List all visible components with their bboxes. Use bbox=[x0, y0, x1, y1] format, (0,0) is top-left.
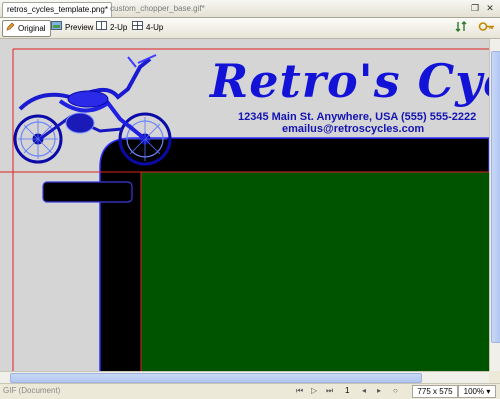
horizontal-scroll-thumb[interactable] bbox=[10, 373, 422, 383]
close-icon[interactable]: ✕ bbox=[484, 2, 496, 14]
document-canvas[interactable]: Retro's Cycles 12345 Main St. Anywhere, … bbox=[0, 39, 489, 371]
preview-view-button[interactable]: Preview bbox=[51, 20, 93, 35]
four-up-view-button[interactable]: 4-Up bbox=[132, 20, 163, 35]
preview-icon bbox=[51, 20, 62, 35]
restore-icon[interactable]: ❐ bbox=[469, 2, 481, 14]
frame-number: 1 bbox=[345, 386, 350, 395]
site-title: Retro's Cycles bbox=[210, 54, 489, 108]
address-text: 12345 Main St. Anywhere, USA (555) 555-2… bbox=[238, 111, 477, 123]
original-view-button[interactable]: Original bbox=[2, 20, 51, 37]
vertical-scroll-thumb[interactable] bbox=[491, 51, 500, 343]
two-up-icon bbox=[96, 20, 107, 35]
next-frame-icon[interactable]: ▸ bbox=[377, 386, 381, 395]
two-up-label: 2-Up bbox=[110, 23, 128, 32]
last-frame-icon[interactable]: ⏭ bbox=[326, 386, 333, 396]
email-text: emailus@retroscycles.com bbox=[282, 123, 425, 135]
previous-frame-icon[interactable]: ◂ bbox=[362, 386, 366, 395]
nav-button-placeholder bbox=[42, 181, 133, 203]
image-dimensions: 775 x 575 bbox=[412, 385, 458, 398]
four-up-label: 4-Up bbox=[146, 23, 164, 32]
vertical-scrollbar[interactable] bbox=[489, 39, 500, 371]
original-label: Original bbox=[18, 24, 46, 33]
preview-label: Preview bbox=[65, 23, 94, 32]
play-icon[interactable]: ▷ bbox=[311, 386, 317, 395]
first-frame-icon[interactable]: ⏮ bbox=[296, 386, 303, 396]
zoom-select[interactable]: 100% ▾ bbox=[458, 385, 496, 398]
status-bar: GIF (Document) ⏮ ▷ ⏭ 1 ◂ ▸ ○ 775 x 575 1… bbox=[0, 383, 500, 399]
document-toolbar: Original Preview 2-Up 4-Up bbox=[0, 18, 500, 39]
document-type-text: GIF (Document) bbox=[3, 386, 61, 395]
two-up-view-button[interactable]: 2-Up bbox=[96, 20, 127, 35]
four-up-icon bbox=[132, 20, 143, 35]
loop-icon[interactable]: ○ bbox=[393, 386, 398, 395]
tab-custom-chopper-base[interactable]: custom_chopper_base.gif* bbox=[106, 2, 209, 16]
zoom-value: 100% bbox=[463, 387, 485, 396]
document-tab-bar: retros_cycles_template.png* custom_chopp… bbox=[0, 0, 500, 18]
green-content-area bbox=[141, 172, 489, 371]
export-icon[interactable] bbox=[455, 20, 469, 35]
horizontal-scrollbar[interactable] bbox=[0, 371, 489, 383]
tab-retros-cycles-template[interactable]: retros_cycles_template.png* bbox=[2, 2, 112, 17]
key-icon[interactable] bbox=[478, 20, 496, 35]
pencil-icon bbox=[6, 21, 15, 36]
